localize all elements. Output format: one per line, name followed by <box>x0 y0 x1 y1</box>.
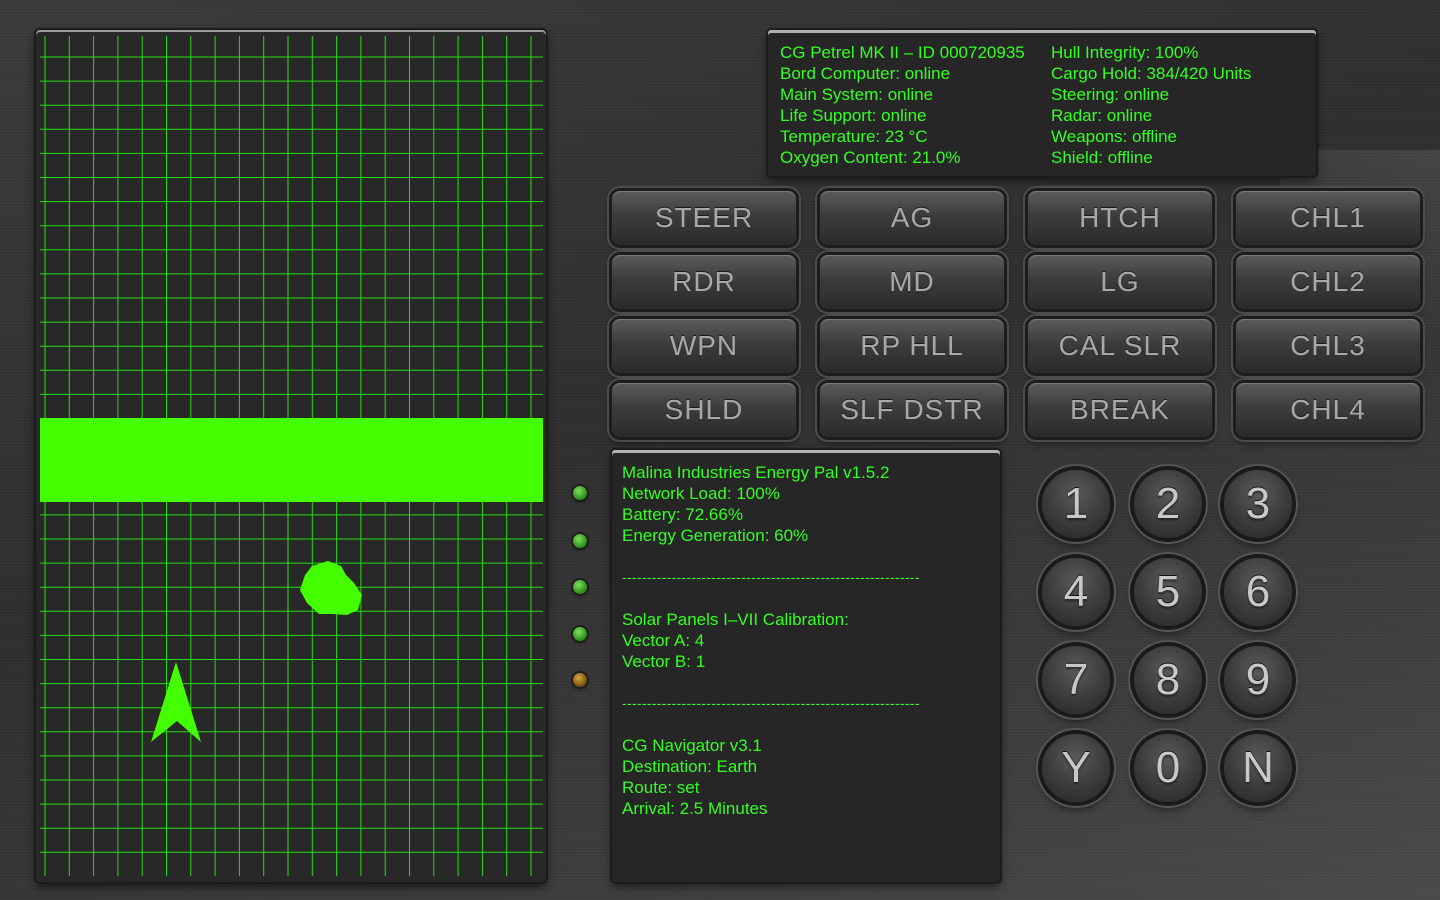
energy-network-load: Network Load: 100% <box>622 484 780 503</box>
chl4-button[interactable]: CHL4 <box>1236 383 1420 437</box>
rp-hll-button[interactable]: RP HLL <box>820 319 1004 373</box>
ship-arrow-icon <box>151 662 201 742</box>
status-hull: Hull Integrity: 100% <box>1051 43 1199 62</box>
divider-2: ----------------------------------------… <box>622 695 920 711</box>
energy-battery: Battery: 72.66% <box>622 505 743 524</box>
cal-slr-button[interactable]: CAL SLR <box>1028 319 1212 373</box>
rdr-button[interactable]: RDR <box>612 255 796 309</box>
status-left-column: CG Petrel MK II – ID 000720935 Bord Comp… <box>780 42 1025 168</box>
solar-calibration-title: Solar Panels I–VII Calibration: <box>622 610 849 629</box>
energy-generation: Energy Generation: 60% <box>622 526 809 545</box>
keypad-key-0[interactable]: 0 <box>1134 734 1202 802</box>
status-weapons: Weapons: offline <box>1051 127 1178 146</box>
keypad-key-5[interactable]: 5 <box>1134 558 1202 626</box>
keypad-key-yes[interactable]: Y <box>1042 734 1110 802</box>
md-button[interactable]: MD <box>820 255 1004 309</box>
status-life-support: Life Support: online <box>780 106 927 125</box>
navigator-destination: Destination: Earth <box>622 757 758 776</box>
status-right-column: Hull Integrity: 100% Cargo Hold: 384/420… <box>1051 42 1251 168</box>
steer-button[interactable]: STEER <box>612 191 796 245</box>
lg-button[interactable]: LG <box>1028 255 1212 309</box>
ag-button[interactable]: AG <box>820 191 1004 245</box>
keypad-key-2[interactable]: 2 <box>1134 470 1202 538</box>
chl2-button[interactable]: CHL2 <box>1236 255 1420 309</box>
energy-panel: Malina Industries Energy Pal v1.5.2 Netw… <box>612 450 1000 882</box>
divider-1: ----------------------------------------… <box>622 569 920 585</box>
navigator-title: CG Navigator v3.1 <box>622 736 762 755</box>
solar-vector-b: Vector B: 1 <box>622 652 706 671</box>
wpn-button[interactable]: WPN <box>612 319 796 373</box>
indicator-led-4 <box>573 627 587 641</box>
status-ship-id: CG Petrel MK II – ID 000720935 <box>780 43 1025 62</box>
barrier-band <box>40 418 543 502</box>
keypad-key-3[interactable]: 3 <box>1224 470 1292 538</box>
break-button[interactable]: BREAK <box>1028 383 1212 437</box>
indicator-led-3 <box>573 580 587 594</box>
status-main-system: Main System: online <box>780 85 934 104</box>
keypad-key-6[interactable]: 6 <box>1224 558 1292 626</box>
status-temperature: Temperature: 23 °C <box>780 127 928 146</box>
ship-status-panel: CG Petrel MK II – ID 000720935 Bord Comp… <box>768 30 1316 176</box>
keypad-key-1[interactable]: 1 <box>1042 470 1110 538</box>
shld-button[interactable]: SHLD <box>612 383 796 437</box>
navigator-arrival: Arrival: 2.5 Minutes <box>622 799 768 818</box>
htch-button[interactable]: HTCH <box>1028 191 1212 245</box>
status-steering: Steering: online <box>1051 85 1170 104</box>
keypad-key-7[interactable]: 7 <box>1042 646 1110 714</box>
status-radar: Radar: online <box>1051 106 1153 125</box>
navigator-route: Route: set <box>622 778 700 797</box>
solar-vector-a: Vector A: 4 <box>622 631 705 650</box>
keypad-key-no[interactable]: N <box>1224 734 1292 802</box>
indicator-led-5 <box>573 673 587 687</box>
slf-dstr-button[interactable]: SLF DSTR <box>820 383 1004 437</box>
chl3-button[interactable]: CHL3 <box>1236 319 1420 373</box>
radar-screen[interactable] <box>36 30 546 882</box>
indicator-led-2 <box>573 534 587 548</box>
keypad-key-8[interactable]: 8 <box>1134 646 1202 714</box>
chl1-button[interactable]: CHL1 <box>1236 191 1420 245</box>
status-oxygen: Oxygen Content: 21.0% <box>780 148 961 167</box>
asteroid <box>300 561 362 615</box>
status-shield: Shield: offline <box>1051 148 1153 167</box>
keypad-key-9[interactable]: 9 <box>1224 646 1292 714</box>
status-cargo: Cargo Hold: 384/420 Units <box>1051 64 1252 83</box>
status-bord-computer: Bord Computer: online <box>780 64 951 83</box>
radar-grid <box>40 36 543 876</box>
indicator-led-1 <box>573 486 587 500</box>
energy-title: Malina Industries Energy Pal v1.5.2 <box>622 463 890 482</box>
keypad-key-4[interactable]: 4 <box>1042 558 1110 626</box>
